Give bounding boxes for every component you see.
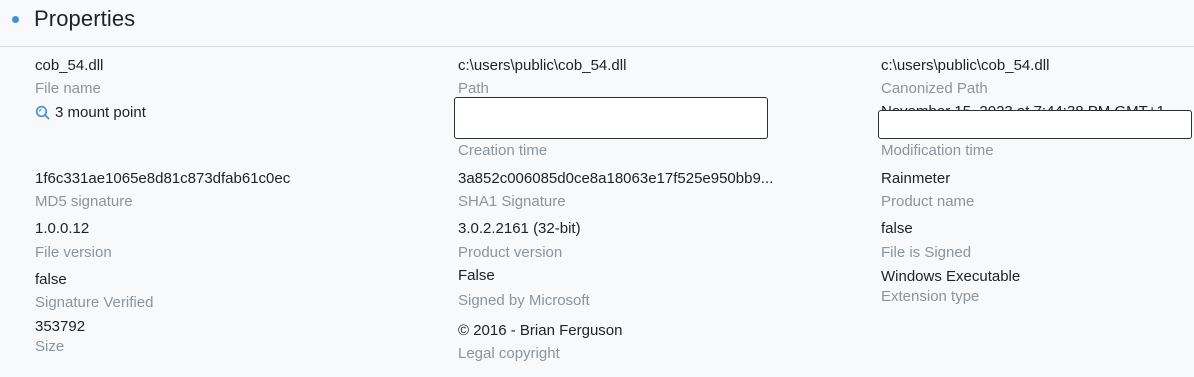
- file-name-label: File name: [35, 80, 101, 97]
- signed-by-microsoft-label: Signed by Microsoft: [458, 292, 590, 309]
- file-name-value: cob_54.dll: [35, 57, 104, 74]
- signed-by-microsoft-value: False: [458, 267, 495, 284]
- product-version-value: 3.0.2.2161 (32-bit): [458, 220, 581, 237]
- canonized-path-label: Canonized Path: [881, 80, 988, 97]
- file-is-signed-label: File is Signed: [881, 244, 972, 261]
- modification-time-label: Modification time: [881, 142, 994, 159]
- extension-type-value: Windows Executable: [881, 268, 1021, 285]
- path-label: Path: [458, 80, 489, 97]
- product-name-label: Product name: [881, 193, 975, 210]
- product-name-value: Rainmeter: [881, 170, 951, 187]
- file-version-label: File version: [35, 244, 112, 261]
- extension-type-label: Extension type: [881, 288, 980, 305]
- mount-point-text: 3 mount point: [55, 104, 146, 121]
- size-value: 353792: [35, 318, 86, 335]
- sha1-label: SHA1 Signature: [458, 193, 566, 210]
- canonized-path-value: c:\users\public\cob_54.dll: [881, 57, 1050, 74]
- legal-copyright-value: © 2016 - Brian Ferguson: [458, 322, 623, 339]
- legal-copyright-label: Legal copyright: [458, 345, 560, 362]
- signature-verified-value: false: [35, 271, 67, 288]
- size-label: Size: [35, 338, 65, 355]
- mount-point-link[interactable]: 3 mount point: [35, 104, 146, 121]
- md5-value: 1f6c331ae1065e8d81c873dfab61c0ec: [35, 170, 291, 187]
- bullet-icon: [12, 16, 19, 23]
- path-value: c:\users\public\cob_54.dll: [458, 57, 627, 74]
- creation-time-label: Creation time: [458, 142, 548, 159]
- redacted-modification-time: [878, 110, 1192, 139]
- file-version-value: 1.0.0.12: [35, 220, 90, 237]
- redacted-creation-time: [454, 97, 768, 139]
- sha1-value: 3a852c006085d0ce8a18063e17f525e950bb9...: [458, 170, 774, 187]
- signature-verified-label: Signature Verified: [35, 294, 154, 311]
- search-icon: [35, 105, 50, 120]
- section-header: Properties: [0, 0, 1194, 47]
- md5-label: MD5 signature: [35, 193, 133, 210]
- product-version-label: Product version: [458, 244, 563, 261]
- section-title: Properties: [34, 6, 136, 31]
- file-is-signed-value: false: [881, 220, 913, 237]
